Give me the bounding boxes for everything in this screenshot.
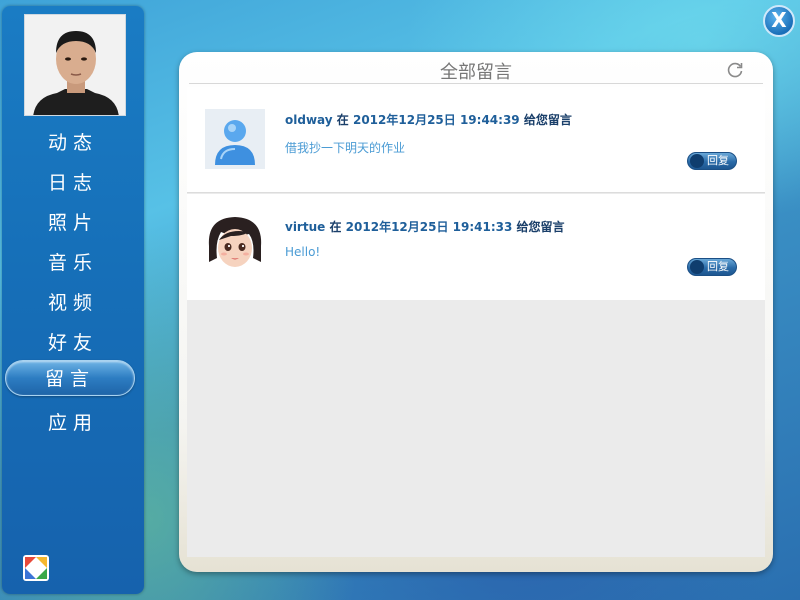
list-item: oldway 在 2012年12月25日 19:44:39 给您留言 借我抄一下… — [187, 87, 765, 193]
list-item: virtue 在 2012年12月25日 19:41:33 给您留言 Hello… — [187, 194, 765, 300]
meta-at: 在 — [336, 113, 349, 127]
reply-label: 回复 — [707, 154, 729, 167]
sidebar-item-label: 音乐 — [47, 252, 98, 274]
reply-button[interactable]: 回复 — [687, 258, 737, 276]
sidebar: 动态 日志 照片 音乐 视频 好友 留言 应用 — [2, 6, 144, 594]
panel-title: 全部留言 — [440, 62, 512, 83]
sidebar-item-blog[interactable]: 日志 — [2, 165, 144, 201]
sidebar-item-label: 视频 — [47, 292, 98, 314]
refresh-icon[interactable] — [725, 60, 745, 80]
sidebar-item-label: 日志 — [47, 172, 98, 194]
profile-avatar[interactable] — [24, 14, 126, 116]
active-nav-pill: 留言 — [5, 360, 135, 396]
reply-button[interactable]: 回复 — [687, 152, 737, 170]
sidebar-item-friends[interactable]: 好友 — [2, 325, 144, 361]
sidebar-item-music[interactable]: 音乐 — [2, 245, 144, 281]
meta-suffix: 给您留言 — [516, 220, 565, 234]
reply-label: 回复 — [707, 260, 729, 273]
messages-panel: 全部留言 oldway 在 2012年12月25日 19:44:39 给您留言 … — [179, 52, 773, 572]
close-button[interactable]: X — [763, 5, 795, 37]
sidebar-item-apps[interactable]: 应用 — [2, 405, 144, 441]
message-meta: virtue 在 2012年12月25日 19:41:33 给您留言 — [285, 218, 565, 235]
sidebar-item-label: 应用 — [47, 412, 98, 434]
message-datetime: 2012年12月25日 19:44:39 — [352, 113, 520, 127]
sidebar-item-photos[interactable]: 照片 — [2, 205, 144, 241]
message-author[interactable]: virtue — [285, 220, 325, 234]
sidebar-item-video[interactable]: 视频 — [2, 285, 144, 321]
message-author[interactable]: oldway — [285, 113, 333, 127]
meta-at: 在 — [329, 220, 342, 234]
sidebar-item-label: 留言 — [44, 368, 95, 390]
message-datetime: 2012年12月25日 19:41:33 — [345, 220, 513, 234]
default-user-avatar-icon[interactable] — [205, 109, 265, 169]
message-text: Hello! — [285, 245, 321, 259]
sidebar-item-feed[interactable]: 动态 — [2, 125, 144, 161]
title-divider — [189, 83, 763, 84]
meta-suffix: 给您留言 — [523, 113, 572, 127]
sidebar-item-messages[interactable]: 留言 — [2, 360, 144, 398]
message-meta: oldway 在 2012年12月25日 19:44:39 给您留言 — [285, 111, 572, 128]
reply-icon — [690, 260, 704, 274]
sidebar-item-label: 动态 — [47, 132, 98, 154]
cartoon-girl-avatar-icon[interactable] — [205, 212, 265, 272]
sidebar-item-label: 照片 — [47, 212, 98, 234]
user-photo-icon — [25, 15, 125, 115]
close-icon: X — [771, 8, 787, 32]
message-text: 借我抄一下明天的作业 — [285, 141, 406, 155]
app-logo-icon[interactable] — [22, 554, 50, 582]
sidebar-item-label: 好友 — [47, 332, 98, 354]
message-list: oldway 在 2012年12月25日 19:44:39 给您留言 借我抄一下… — [187, 87, 765, 557]
reply-icon — [690, 154, 704, 168]
